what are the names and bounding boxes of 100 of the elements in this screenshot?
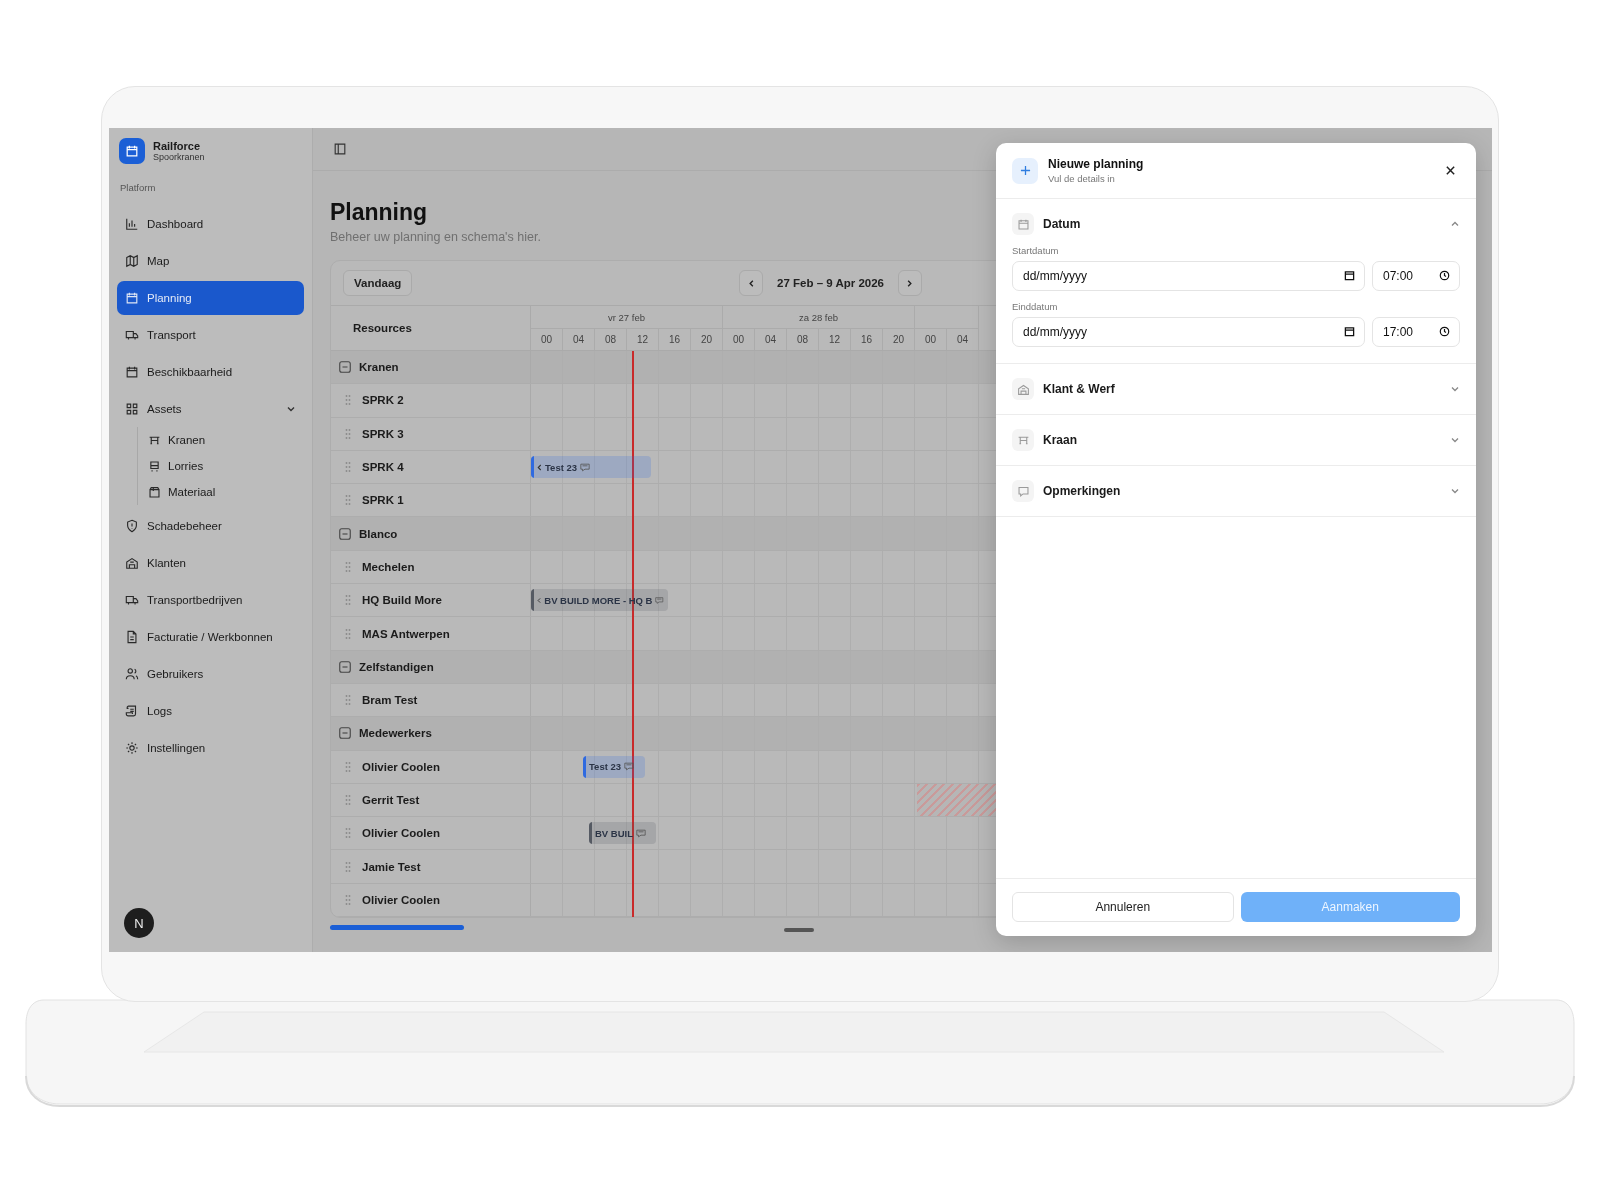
cart-icon: [148, 459, 161, 473]
drag-handle-icon[interactable]: [345, 461, 351, 474]
drag-handle-icon[interactable]: [345, 827, 351, 840]
resource-name: Mechelen: [362, 560, 415, 573]
nav-item[interactable]: Facturatie / Werkbonnen: [117, 620, 304, 654]
brand-subtitle: Spoorkranen: [153, 152, 205, 162]
event-bar[interactable]: Test 23: [531, 455, 651, 479]
next-button[interactable]: [897, 270, 922, 296]
group-name: Kranen: [359, 361, 399, 374]
date-range: 27 Feb – 9 Apr 2026: [777, 277, 884, 289]
calendar-icon[interactable]: [1344, 326, 1355, 337]
chevron-left-icon: [746, 278, 756, 288]
collapse-icon[interactable]: [339, 727, 351, 740]
calendar-icon: [125, 291, 139, 305]
scrollbar-thumb[interactable]: [330, 925, 464, 931]
hour-label: 08: [604, 334, 617, 345]
nav-subitem[interactable]: Lorries: [146, 453, 304, 479]
map-icon: [125, 254, 139, 268]
nav-item[interactable]: Map: [117, 244, 304, 278]
event-bar[interactable]: Test 23: [583, 755, 645, 778]
nav-item[interactable]: Beschikbaarheid: [117, 355, 304, 389]
hour-label: 20: [892, 334, 905, 345]
group-name: Zelfstandigen: [359, 660, 434, 673]
note-icon: [624, 762, 635, 772]
column-header: Resources: [353, 322, 412, 334]
group-name: Blanco: [359, 527, 398, 540]
truck-icon: [125, 593, 139, 607]
scroll-handle[interactable]: [784, 928, 814, 933]
hour-label: 04: [572, 334, 585, 345]
hour-label: 08: [796, 334, 809, 345]
nav-item[interactable]: Gebruikers: [117, 657, 304, 691]
nav-subitem[interactable]: Materiaal: [146, 479, 304, 505]
field-label: Einddatum: [1012, 301, 1058, 312]
nav-item[interactable]: Transportbedrijven: [117, 583, 304, 617]
collapse-icon[interactable]: [339, 527, 351, 540]
resource-name: HQ Build More: [362, 594, 442, 607]
brand-name: Railforce: [153, 140, 202, 152]
today-button[interactable]: Vandaag: [343, 270, 413, 296]
section-header[interactable]: Klant & Werf: [996, 364, 1476, 414]
drag-handle-icon[interactable]: [345, 594, 351, 607]
previous-button[interactable]: [739, 270, 763, 296]
nav-item[interactable]: Schadebeheer: [117, 509, 304, 543]
calendar-icon[interactable]: [1344, 270, 1355, 281]
chart-icon: [125, 217, 139, 231]
calendar-icon: [125, 365, 139, 379]
users-icon: [125, 667, 139, 681]
hour-label: 16: [860, 334, 873, 345]
drag-handle-icon[interactable]: [345, 694, 351, 707]
section-header[interactable]: Opmerkingen: [996, 466, 1476, 516]
section-header[interactable]: Kraan: [996, 415, 1476, 465]
collapse-icon[interactable]: [339, 660, 351, 673]
crane-icon: [1012, 429, 1034, 451]
dialog-title: Nieuwe planning: [1048, 157, 1145, 171]
nav-item[interactable]: Planning: [117, 281, 304, 315]
page-title: Planning: [330, 199, 428, 226]
clock-icon[interactable]: [1439, 326, 1450, 337]
resource-name: SPRK 2: [362, 394, 404, 407]
date-field[interactable]: dd/mm/yyyy: [1012, 261, 1365, 291]
hour-label: 00: [732, 334, 745, 345]
dialog-subtitle: Vul de details in: [1048, 173, 1116, 184]
collapse-icon[interactable]: [339, 361, 351, 374]
resource-name: Bram Test: [362, 694, 418, 707]
drag-handle-icon[interactable]: [345, 860, 351, 873]
event-label: Test 23: [589, 761, 622, 773]
message-icon: [1012, 480, 1034, 502]
nav-subitem[interactable]: Kranen: [146, 427, 304, 453]
cancel-button[interactable]: Annuleren: [1012, 892, 1234, 922]
hour-label: 16: [668, 334, 681, 345]
nav-item[interactable]: Instellingen: [117, 731, 304, 765]
drag-handle-icon[interactable]: [345, 560, 351, 573]
drag-handle-icon[interactable]: [345, 394, 351, 407]
time-field[interactable]: 07:00: [1372, 261, 1460, 291]
resource-name: SPRK 1: [362, 494, 404, 507]
drag-handle-icon[interactable]: [345, 760, 351, 773]
nav-item[interactable]: Logs: [117, 694, 304, 728]
drag-handle-icon[interactable]: [345, 427, 351, 440]
section-label: Platform: [119, 182, 157, 195]
grid-icon: [125, 402, 139, 416]
hour-label: 12: [828, 334, 841, 345]
user-avatar[interactable]: N: [124, 908, 154, 938]
box-icon: [148, 485, 161, 499]
hour-label: 12: [636, 334, 649, 345]
note-icon: [636, 828, 646, 838]
day-label: za 28 feb: [798, 311, 839, 323]
nav-item[interactable]: Klanten: [117, 546, 304, 580]
drag-handle-icon[interactable]: [345, 893, 351, 906]
nav-item[interactable]: Assets: [117, 392, 304, 426]
time-field[interactable]: 17:00: [1372, 317, 1460, 347]
sidebar-toggle-icon[interactable]: [333, 142, 347, 156]
nav-item[interactable]: Dashboard: [117, 207, 304, 241]
nav-item[interactable]: Transport: [117, 318, 304, 352]
clock-icon[interactable]: [1439, 270, 1450, 281]
note-icon: [655, 595, 664, 605]
drag-handle-icon[interactable]: [345, 627, 351, 640]
shield-icon: [125, 519, 139, 533]
close-icon: [1445, 165, 1456, 176]
resource-name: Olivier Coolen: [362, 760, 440, 773]
drag-handle-icon[interactable]: [345, 794, 351, 806]
drag-handle-icon[interactable]: [345, 494, 351, 507]
date-field[interactable]: dd/mm/yyyy: [1012, 317, 1365, 347]
